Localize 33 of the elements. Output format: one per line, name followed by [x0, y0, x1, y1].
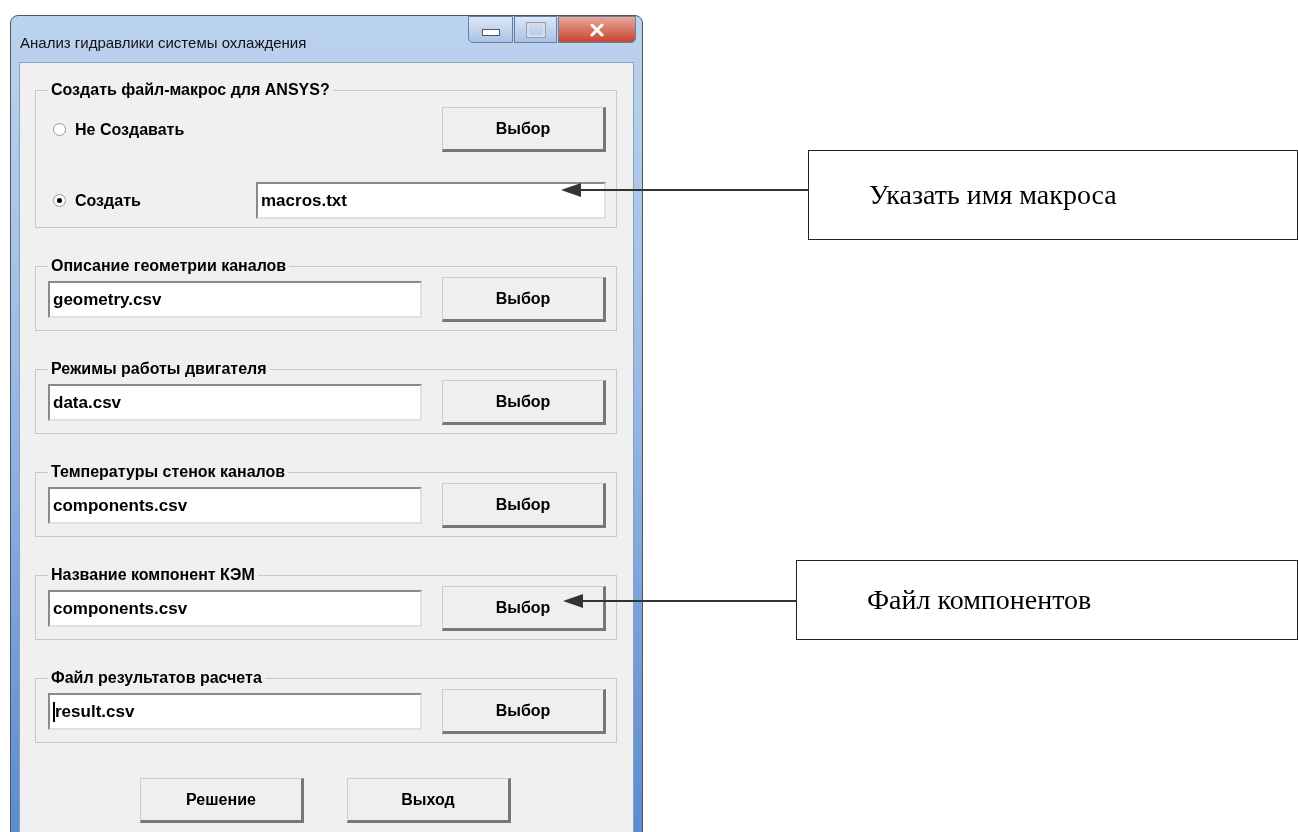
radio-icon[interactable]: [53, 123, 66, 136]
browse-button[interactable]: Выбор: [442, 107, 606, 152]
radio-option[interactable]: Не Создавать: [53, 120, 185, 139]
radio-icon[interactable]: [53, 194, 66, 207]
dialog-button[interactable]: Решение: [140, 778, 304, 823]
group-label: Название компонент КЭМ: [50, 566, 256, 584]
close-button[interactable]: [558, 16, 636, 43]
input-field[interactable]: result.csv: [48, 693, 422, 730]
minimize-button[interactable]: [468, 16, 513, 43]
group-label: Описание геометрии каналов: [50, 257, 288, 275]
group-label: Температуры стенок каналов: [50, 463, 287, 481]
callout-box: Указать имя макроса: [808, 150, 1298, 240]
callout-box: Файл компонентов: [796, 560, 1298, 640]
radio-label: Создать: [75, 191, 141, 210]
browse-button[interactable]: Выбор: [442, 380, 606, 425]
browse-button[interactable]: Выбор: [442, 483, 606, 528]
input-field[interactable]: components.csv: [48, 487, 422, 524]
group-label: Создать файл-макрос для ANSYS?: [50, 81, 331, 99]
browse-button[interactable]: Выбор: [442, 586, 606, 631]
input-field[interactable]: macros.txt: [256, 182, 606, 219]
dialog-button[interactable]: Выход: [347, 778, 511, 823]
maximize-button[interactable]: [514, 16, 557, 43]
group-label: Файл результатов расчета: [50, 669, 263, 687]
browse-button[interactable]: Выбор: [442, 689, 606, 734]
close-icon: [589, 22, 605, 37]
radio-label: Не Создавать: [75, 120, 185, 139]
radio-option[interactable]: Создать: [53, 191, 141, 210]
input-field[interactable]: data.csv: [48, 384, 422, 421]
input-field[interactable]: geometry.csv: [48, 281, 422, 318]
browse-button[interactable]: Выбор: [442, 277, 606, 322]
group-label: Режимы работы двигателя: [50, 360, 268, 378]
input-field[interactable]: components.csv: [48, 590, 422, 627]
window-title: Анализ гидравлики системы охлаждения: [20, 34, 307, 51]
